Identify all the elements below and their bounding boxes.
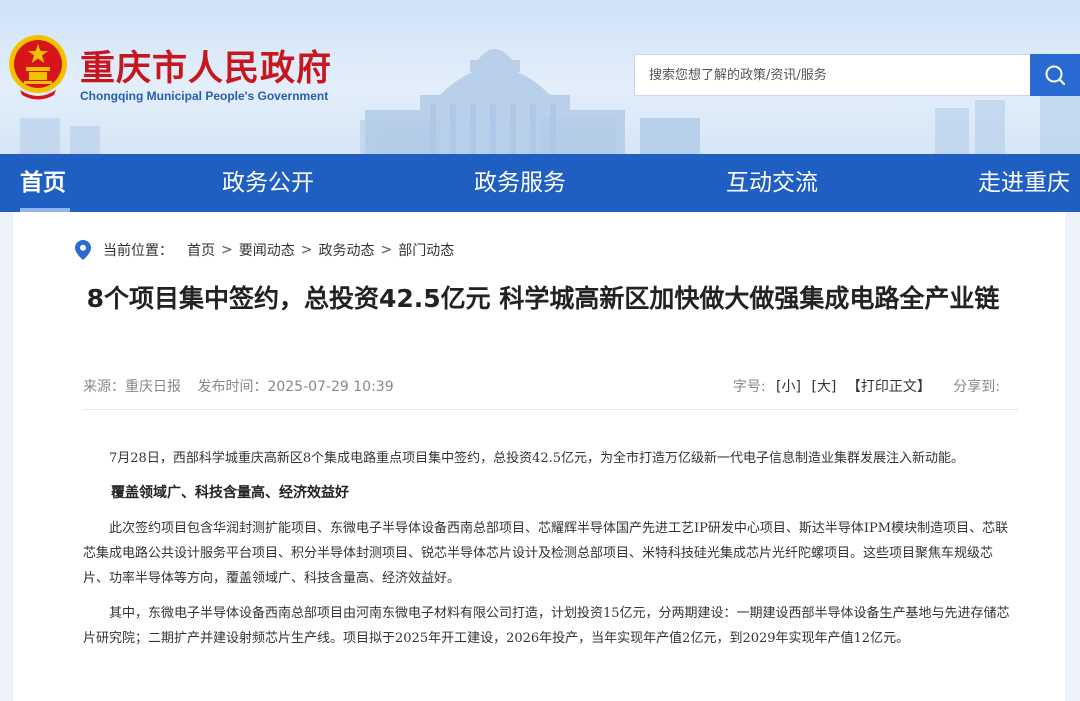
site-subtitle: Chongqing Municipal People's Government	[80, 89, 329, 103]
breadcrumb-home[interactable]: 首页	[187, 240, 215, 260]
share-label: 分享到:	[953, 379, 1000, 395]
article-body: 7月28日，西部科学城重庆高新区8个集成电路重点项目集中签约，总投资42.5亿元…	[83, 446, 1018, 661]
article-card: 当前位置： 首页 > 要闻动态 > 政务动态 > 部门动态 8个项目集中签约，总…	[13, 212, 1065, 701]
main-nav: 首页 政务公开 政务服务 互动交流 走进重庆	[0, 154, 1080, 212]
article-source: 来源：重庆日报	[83, 379, 181, 395]
site-title: 重庆市人民政府	[80, 49, 333, 89]
breadcrumb: 当前位置： 首页 > 要闻动态 > 政务动态 > 部门动态	[75, 240, 454, 260]
breadcrumb-separator: >	[380, 242, 393, 258]
nav-item-about-chongqing[interactable]: 走进重庆	[978, 154, 1070, 212]
search-box	[634, 54, 1080, 96]
font-small-button[interactable]: [小]	[776, 379, 801, 395]
location-pin-icon	[75, 240, 91, 260]
nav-item-gov-affairs[interactable]: 政务公开	[222, 154, 314, 212]
search-icon	[1045, 65, 1066, 86]
breadcrumb-news[interactable]: 要闻动态	[239, 240, 295, 260]
nav-item-gov-services[interactable]: 政务服务	[474, 154, 566, 212]
article-publish-time: 发布时间：2025-07-29 10:39	[197, 379, 394, 395]
article-title: 8个项目集中签约，总投资42.5亿元 科学城高新区加快做大做强集成电路全产业链	[86, 284, 1000, 313]
font-large-button[interactable]: [大]	[811, 379, 836, 395]
nav-item-interaction[interactable]: 互动交流	[726, 154, 818, 212]
search-button[interactable]	[1030, 54, 1080, 96]
article-paragraph: 其中，东微电子半导体设备西南总部项目由河南东微电子材料有限公司打造，计划投资15…	[83, 606, 1010, 646]
article-paragraph: 此次签约项目包含华润封测扩能项目、东微电子半导体设备西南总部项目、芯耀辉半导体国…	[83, 521, 1009, 586]
article-meta: 来源：重庆日报 发布时间：2025-07-29 10:39 字号: [小] [大…	[83, 374, 1018, 410]
site-header: 重庆市人民政府 Chongqing Municipal People's Gov…	[0, 0, 1080, 154]
article-subheading: 覆盖领域广、科技含量高、经济效益好	[111, 485, 349, 501]
font-size-label: 字号:	[732, 379, 766, 395]
search-input[interactable]	[635, 55, 1030, 95]
breadcrumb-gov-news[interactable]: 政务动态	[318, 240, 374, 260]
breadcrumb-label: 当前位置：	[103, 243, 173, 259]
national-emblem-icon	[9, 35, 67, 100]
nav-item-home[interactable]: 首页	[20, 154, 66, 212]
breadcrumb-separator: >	[221, 242, 233, 258]
breadcrumb-separator: >	[300, 242, 313, 258]
print-button[interactable]: 【打印正文】	[847, 379, 931, 395]
breadcrumb-dept-news[interactable]: 部门动态	[398, 240, 454, 260]
article-paragraph: 7月28日，西部科学城重庆高新区8个集成电路重点项目集中签约，总投资42.5亿元…	[109, 451, 965, 466]
